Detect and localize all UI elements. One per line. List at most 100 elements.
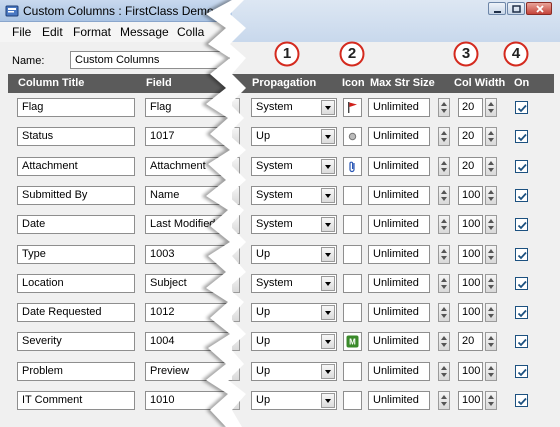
- field-input[interactable]: 1003: [145, 245, 232, 264]
- max-str-size-field[interactable]: Unlimited: [368, 362, 430, 381]
- column-title-input[interactable]: Type: [17, 245, 135, 264]
- propagation-dropdown[interactable]: System: [251, 157, 337, 176]
- col-width-input[interactable]: 100: [458, 215, 483, 234]
- max-str-spinner[interactable]: [438, 98, 450, 117]
- col-width-spinner[interactable]: [485, 157, 497, 176]
- menu-collaborate[interactable]: Colla: [177, 25, 204, 39]
- max-str-spinner[interactable]: [438, 127, 450, 146]
- col-width-input[interactable]: 100: [458, 303, 483, 322]
- col-width-spinner[interactable]: [485, 274, 497, 293]
- field-dropdown-handle[interactable]: [232, 157, 240, 176]
- chevron-down-icon[interactable]: [321, 393, 335, 408]
- on-checkbox[interactable]: [515, 335, 528, 348]
- field-dropdown-handle[interactable]: [232, 332, 240, 351]
- field-input[interactable]: 1004: [145, 332, 232, 351]
- col-width-spinner[interactable]: [485, 391, 497, 410]
- col-width-input[interactable]: 100: [458, 362, 483, 381]
- col-width-spinner[interactable]: [485, 245, 497, 264]
- field-input[interactable]: 1017: [145, 127, 232, 146]
- column-title-input[interactable]: Date Requested: [17, 303, 135, 322]
- field-dropdown-handle[interactable]: [232, 274, 240, 293]
- column-title-input[interactable]: IT Comment: [17, 391, 135, 410]
- icon-picker[interactable]: [343, 245, 362, 264]
- max-str-spinner[interactable]: [438, 157, 450, 176]
- chevron-down-icon[interactable]: [321, 247, 335, 262]
- field-dropdown-handle[interactable]: [232, 98, 240, 117]
- flag-icon-picker[interactable]: [343, 98, 362, 117]
- field-input[interactable]: Attachment: [145, 157, 232, 176]
- on-checkbox[interactable]: [515, 101, 528, 114]
- chevron-down-icon[interactable]: [321, 100, 335, 115]
- on-checkbox[interactable]: [515, 160, 528, 173]
- on-checkbox[interactable]: [515, 130, 528, 143]
- severity-icon-picker[interactable]: M: [343, 332, 362, 351]
- col-width-spinner[interactable]: [485, 215, 497, 234]
- max-str-spinner[interactable]: [438, 215, 450, 234]
- field-input[interactable]: Last Modified: [145, 215, 232, 234]
- icon-picker[interactable]: [343, 186, 362, 205]
- max-str-size-field[interactable]: Unlimited: [368, 332, 430, 351]
- max-str-size-field[interactable]: Unlimited: [368, 157, 430, 176]
- menu-format[interactable]: Format: [73, 25, 111, 39]
- column-title-input[interactable]: Attachment: [17, 157, 135, 176]
- field-input[interactable]: Preview: [145, 362, 232, 381]
- chevron-down-icon[interactable]: [321, 159, 335, 174]
- col-width-input[interactable]: 100: [458, 186, 483, 205]
- chevron-down-icon[interactable]: [321, 305, 335, 320]
- chevron-down-icon[interactable]: [321, 334, 335, 349]
- maximize-button[interactable]: [507, 2, 525, 15]
- propagation-dropdown[interactable]: Up: [251, 332, 337, 351]
- col-width-input[interactable]: 20: [458, 98, 483, 117]
- paperclip-icon-picker[interactable]: [343, 157, 362, 176]
- max-str-size-field[interactable]: Unlimited: [368, 274, 430, 293]
- column-title-input[interactable]: Severity: [17, 332, 135, 351]
- col-width-spinner[interactable]: [485, 186, 497, 205]
- field-dropdown-handle[interactable]: [232, 391, 240, 410]
- chevron-down-icon[interactable]: [321, 217, 335, 232]
- column-title-input[interactable]: Status: [17, 127, 135, 146]
- col-width-input[interactable]: 20: [458, 127, 483, 146]
- on-checkbox[interactable]: [515, 189, 528, 202]
- max-str-size-field[interactable]: Unlimited: [368, 303, 430, 322]
- propagation-dropdown[interactable]: Up: [251, 245, 337, 264]
- max-str-spinner[interactable]: [438, 303, 450, 322]
- max-str-spinner[interactable]: [438, 274, 450, 293]
- propagation-dropdown[interactable]: Up: [251, 391, 337, 410]
- close-button[interactable]: [526, 2, 552, 15]
- col-width-spinner[interactable]: [485, 127, 497, 146]
- propagation-dropdown[interactable]: Up: [251, 127, 337, 146]
- col-width-spinner[interactable]: [485, 332, 497, 351]
- max-str-size-field[interactable]: Unlimited: [368, 245, 430, 264]
- field-dropdown-handle[interactable]: [232, 303, 240, 322]
- max-str-size-field[interactable]: Unlimited: [368, 127, 430, 146]
- col-width-spinner[interactable]: [485, 98, 497, 117]
- field-dropdown-handle[interactable]: [232, 245, 240, 264]
- propagation-dropdown[interactable]: System: [251, 215, 337, 234]
- chevron-down-icon[interactable]: [321, 129, 335, 144]
- column-title-input[interactable]: Date: [17, 215, 135, 234]
- on-checkbox[interactable]: [515, 306, 528, 319]
- on-checkbox[interactable]: [515, 394, 528, 407]
- col-width-input[interactable]: 20: [458, 332, 483, 351]
- menu-message[interactable]: Message: [120, 25, 169, 39]
- propagation-dropdown[interactable]: Up: [251, 303, 337, 322]
- propagation-dropdown[interactable]: System: [251, 274, 337, 293]
- max-str-spinner[interactable]: [438, 332, 450, 351]
- on-checkbox[interactable]: [515, 365, 528, 378]
- column-title-input[interactable]: Submitted By: [17, 186, 135, 205]
- on-checkbox[interactable]: [515, 218, 528, 231]
- propagation-dropdown[interactable]: Up: [251, 362, 337, 381]
- max-str-spinner[interactable]: [438, 391, 450, 410]
- field-dropdown-handle[interactable]: [232, 215, 240, 234]
- icon-picker[interactable]: [343, 303, 362, 322]
- field-dropdown-handle[interactable]: [232, 362, 240, 381]
- field-input[interactable]: 1010: [145, 391, 232, 410]
- col-width-input[interactable]: 20: [458, 157, 483, 176]
- chevron-down-icon[interactable]: [321, 364, 335, 379]
- chevron-down-icon[interactable]: [321, 276, 335, 291]
- max-str-size-field[interactable]: Unlimited: [368, 215, 430, 234]
- col-width-input[interactable]: 100: [458, 391, 483, 410]
- max-str-spinner[interactable]: [438, 186, 450, 205]
- field-dropdown-handle[interactable]: [232, 127, 240, 146]
- icon-picker[interactable]: [343, 391, 362, 410]
